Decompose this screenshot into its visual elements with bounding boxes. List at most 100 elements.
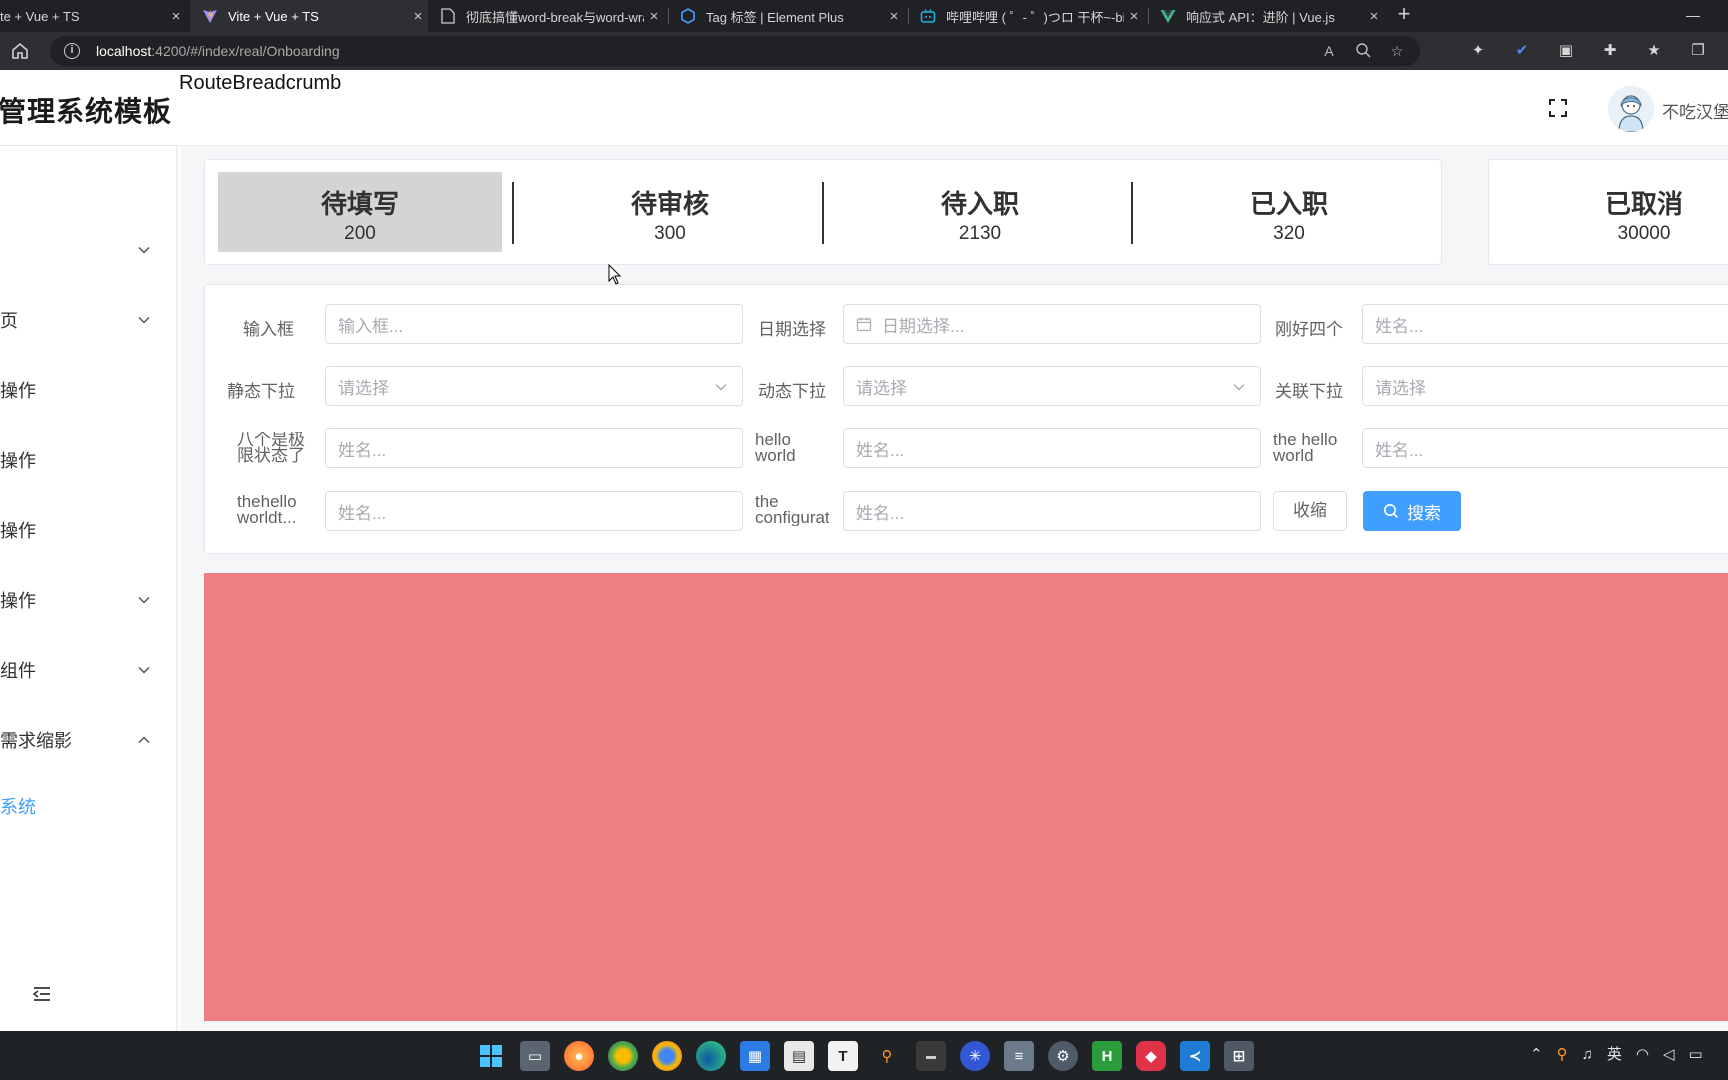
tab-title: Tag 标签 | Element Plus xyxy=(706,9,844,25)
new-tab-icon[interactable]: + xyxy=(1392,3,1416,27)
cascade-select[interactable]: 请选择 xyxy=(1362,366,1728,406)
avatar[interactable] xyxy=(1608,86,1654,132)
sidebar-item[interactable]: 需求缩影 xyxy=(0,720,176,760)
browser-tab[interactable]: te + Vue + TS × xyxy=(0,0,186,32)
status-tab-count: 320 xyxy=(1273,223,1305,244)
select-placeholder: 请选择 xyxy=(338,378,389,398)
minimize-icon[interactable] xyxy=(1686,16,1700,17)
name-input[interactable]: 姓名... xyxy=(1362,428,1728,468)
sidebar-item[interactable]: 操作 xyxy=(0,440,176,480)
name-input[interactable]: 姓名... xyxy=(325,428,743,468)
check-extension-icon[interactable]: ✔ xyxy=(1512,41,1532,61)
menu-collapse-icon[interactable] xyxy=(32,984,52,1004)
read-aloud-icon[interactable]: A xyxy=(1320,42,1338,60)
the-hello-world-label: the hello world xyxy=(1273,432,1338,464)
status-tab-card-cancelled: 已取消 30000 xyxy=(1488,159,1728,265)
collections-icon[interactable]: ❐ xyxy=(1688,41,1708,61)
ime-indicator[interactable]: 英 xyxy=(1607,1045,1622,1065)
typora-icon[interactable]: T xyxy=(828,1041,858,1071)
favorite-star-icon[interactable]: ☆ xyxy=(1388,42,1406,60)
microphone-icon[interactable]: ♫ xyxy=(1582,1045,1593,1065)
terminal-icon[interactable]: ▬ xyxy=(916,1041,946,1071)
wifi-icon[interactable]: ◠ xyxy=(1636,1045,1649,1065)
volume-icon[interactable]: ◁ xyxy=(1663,1045,1675,1065)
chevron-down-icon xyxy=(138,666,150,674)
name-input[interactable]: 姓名... xyxy=(325,491,743,531)
tab-close-icon[interactable]: × xyxy=(408,8,428,25)
browser-tab-active[interactable]: Vite + Vue + TS × xyxy=(190,0,428,32)
chrome-icon[interactable] xyxy=(652,1041,682,1071)
status-tab[interactable]: 待入职 2130 xyxy=(838,172,1122,252)
status-tab-count: 30000 xyxy=(1617,223,1671,244)
url-field[interactable]: i localhost:4200/#/index/real/Onboarding… xyxy=(50,36,1420,66)
dynamic-select[interactable]: 请选择 xyxy=(843,366,1261,406)
chrome-canary-icon[interactable] xyxy=(608,1041,638,1071)
settings-icon[interactable]: ⚙ xyxy=(1048,1041,1078,1071)
name-input[interactable]: 姓名... xyxy=(843,428,1261,468)
fullscreen-icon[interactable] xyxy=(1548,98,1568,118)
sidebar-item[interactable]: 组件 xyxy=(0,650,176,690)
sidebar-item[interactable]: 操作 xyxy=(0,580,176,620)
browser-tab[interactable]: 彻底搞懂word-break与word-wra × xyxy=(432,0,664,32)
tab-close-icon[interactable]: × xyxy=(644,8,664,25)
chevron-down-icon xyxy=(1233,384,1245,391)
status-tab[interactable]: 已入职 320 xyxy=(1147,172,1431,252)
search-tool-icon[interactable]: ⚲ xyxy=(872,1041,902,1071)
name-input[interactable]: 姓名... xyxy=(1362,304,1728,344)
username[interactable]: 不吃汉堡 xyxy=(1662,98,1728,123)
battery-icon[interactable]: ▭ xyxy=(1688,1045,1702,1065)
tab-title: 彻底搞懂word-break与word-wra xyxy=(466,9,644,25)
calculator-icon[interactable]: ⊞ xyxy=(1224,1041,1254,1071)
favorites-icon[interactable]: ★ xyxy=(1644,41,1664,61)
chevron-down-icon xyxy=(715,384,727,391)
network-icon[interactable]: ✳ xyxy=(960,1041,990,1071)
zoom-icon[interactable] xyxy=(1354,42,1372,60)
vscode-icon[interactable]: ≺ xyxy=(1180,1041,1210,1071)
sidebar-item[interactable]: 操作 xyxy=(0,370,176,410)
database-icon[interactable]: ≡ xyxy=(1004,1041,1034,1071)
name-input[interactable]: 姓名... xyxy=(843,491,1261,531)
sidebar-item-active[interactable]: 系统 xyxy=(0,786,176,826)
search-button[interactable]: 搜索 xyxy=(1363,491,1461,531)
split-screen-icon[interactable]: ▣ xyxy=(1556,41,1576,61)
long-label: 八个是极限状态了 xyxy=(237,432,305,464)
browser-tab[interactable]: Tag 标签 | Element Plus × xyxy=(672,0,904,32)
configuration-label: the configurati... xyxy=(755,494,829,526)
shield-app-icon[interactable]: ◆ xyxy=(1136,1041,1166,1071)
text-input[interactable]: 输入框... xyxy=(325,304,743,344)
windows-start-icon[interactable] xyxy=(476,1041,506,1071)
sidebar-item-label: 页 xyxy=(0,311,18,331)
status-separator xyxy=(512,182,514,244)
calendar-icon[interactable]: ▦ xyxy=(740,1041,770,1071)
tray-expand-icon[interactable]: ⌃ xyxy=(1530,1045,1543,1065)
element-plus-icon xyxy=(680,8,696,24)
search-tray-icon[interactable]: ⚲ xyxy=(1557,1045,1568,1065)
sidebar-item[interactable]: 操作 xyxy=(0,510,176,550)
status-tab[interactable]: 待审核 300 xyxy=(528,172,812,252)
tab-close-icon[interactable]: × xyxy=(166,8,186,25)
sidebar-item[interactable] xyxy=(0,230,176,270)
status-tab[interactable]: 已取消 30000 xyxy=(1489,172,1728,252)
extensions-icon[interactable]: ✚ xyxy=(1600,41,1620,61)
home-icon[interactable] xyxy=(10,41,30,61)
sidebar-item[interactable]: 页 xyxy=(0,300,176,340)
edge-icon[interactable] xyxy=(696,1041,726,1071)
file-explorer-icon[interactable]: ▭ xyxy=(520,1041,550,1071)
sidebar-item[interactable] xyxy=(0,160,176,200)
info-icon[interactable]: i xyxy=(64,43,80,59)
app-header: 管理系统模板 RouteBreadcrumb 不吃汉堡 xyxy=(0,70,1728,146)
tab-close-icon[interactable]: × xyxy=(1364,8,1384,25)
browser-tab[interactable]: 哔哩哔哩 ( ゜- ゜)つロ 干杯~-bilib × xyxy=(912,0,1144,32)
firefox-icon[interactable]: ● xyxy=(564,1041,594,1071)
date-picker-input[interactable]: 日期选择... xyxy=(843,304,1261,344)
browser-tab-bar: te + Vue + TS × Vite + Vue + TS × 彻底搞懂wo… xyxy=(0,0,1728,32)
browser-tab[interactable]: 响应式 API：进阶 | Vue.js × xyxy=(1152,0,1384,32)
extension-puzzle-icon[interactable]: ✦ xyxy=(1468,41,1488,61)
tab-close-icon[interactable]: × xyxy=(884,8,904,25)
collapse-button[interactable]: 收缩 xyxy=(1273,491,1347,531)
static-select[interactable]: 请选择 xyxy=(325,366,743,406)
tab-close-icon[interactable]: × xyxy=(1124,8,1144,25)
status-tab-active[interactable]: 待填写 200 xyxy=(218,172,502,252)
hbuilder-icon[interactable]: H xyxy=(1092,1041,1122,1071)
notepad-icon[interactable]: ▤ xyxy=(784,1041,814,1071)
